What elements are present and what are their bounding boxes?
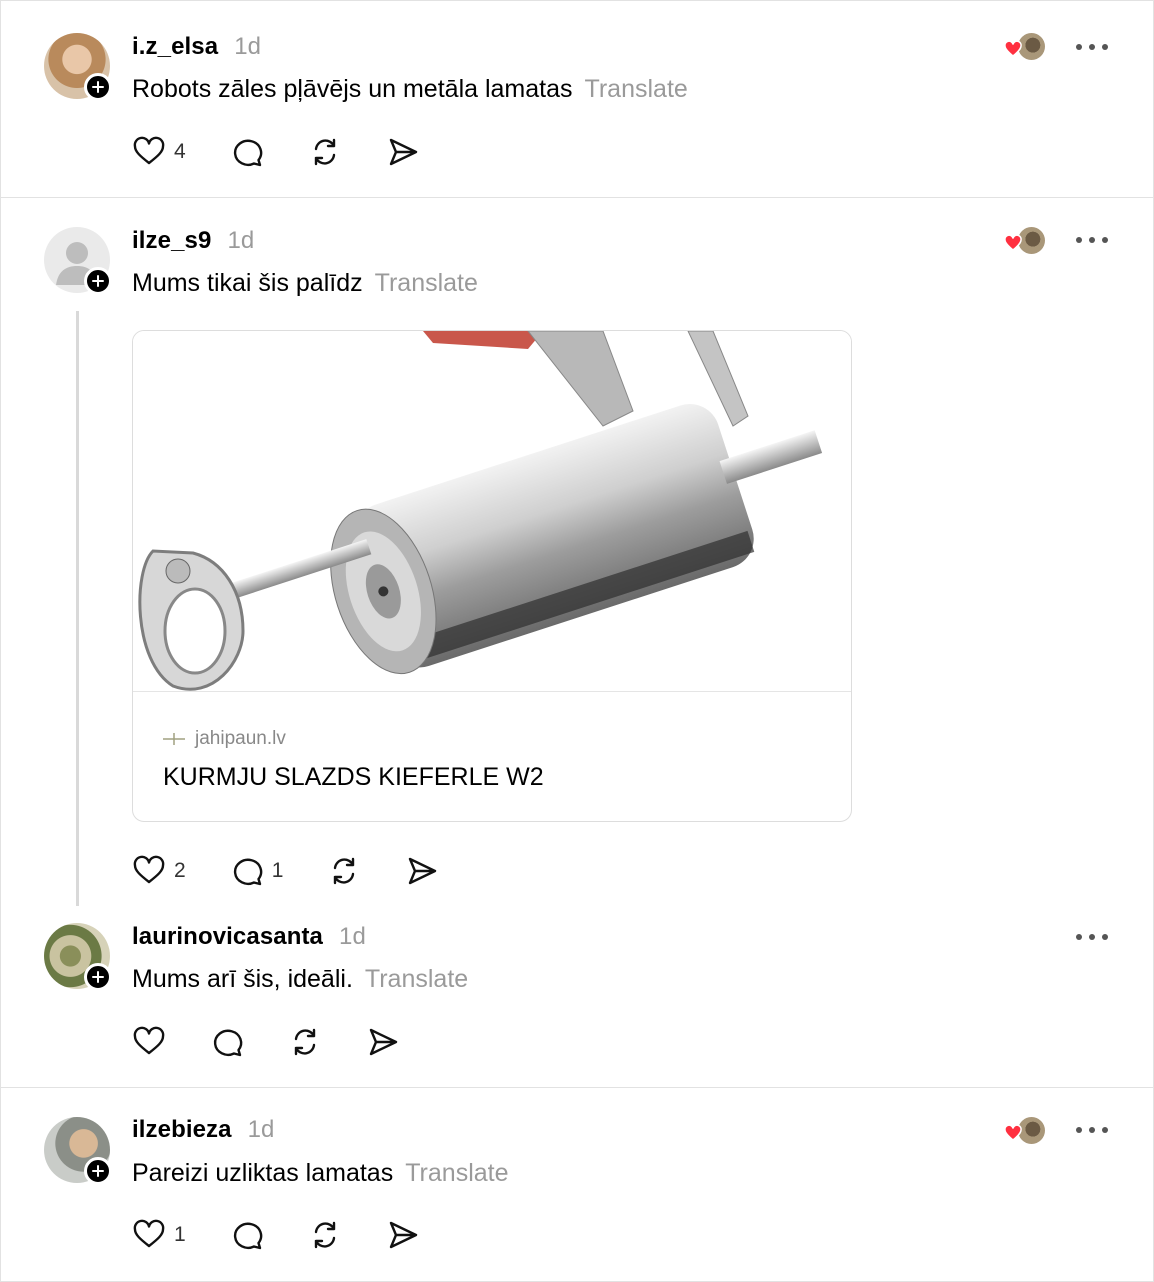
post-text: Robots zāles pļāvējs un metāla lamatas: [132, 75, 573, 103]
comment-icon: [213, 1029, 243, 1057]
post-text: Mums arī šis, ideāli.: [132, 965, 353, 993]
share-icon: [389, 138, 417, 166]
heart-icon: [133, 1026, 165, 1055]
heart-icon: [133, 855, 165, 884]
username[interactable]: ilze_s9: [132, 227, 211, 254]
like-button[interactable]: [132, 1025, 166, 1059]
more-icon[interactable]: [1076, 42, 1108, 52]
heart-icon: [133, 136, 165, 165]
more-icon[interactable]: [1076, 235, 1108, 245]
translate-link[interactable]: Translate: [365, 965, 468, 993]
post-time[interactable]: 1d: [234, 33, 261, 60]
like-button[interactable]: 1: [132, 1218, 186, 1252]
comment-button[interactable]: [230, 135, 264, 169]
heart-icon: [1004, 41, 1022, 57]
like-count: 2: [174, 859, 186, 882]
favicon-icon: [163, 733, 185, 745]
follow-button[interactable]: [84, 963, 112, 991]
post-text: Pareizi uzliktas lamatas: [132, 1159, 394, 1187]
like-button[interactable]: 2: [132, 854, 186, 888]
repost-icon: [294, 1028, 316, 1056]
share-button[interactable]: [386, 1218, 420, 1252]
thread-line: [76, 311, 79, 906]
comment-icon: [233, 858, 262, 886]
translate-link[interactable]: Translate: [405, 1159, 508, 1187]
share-icon: [409, 857, 437, 885]
repost-button[interactable]: [288, 1025, 322, 1059]
post-actions: 2 1: [132, 853, 483, 889]
more-icon[interactable]: [1076, 932, 1108, 942]
translate-link[interactable]: Translate: [585, 75, 688, 103]
post-divider: [1, 197, 1153, 198]
liked-by-author-badge: [1004, 1116, 1048, 1146]
post-time[interactable]: 1d: [339, 923, 366, 950]
like-count: 4: [174, 140, 186, 163]
username[interactable]: i.z_elsa: [132, 33, 218, 60]
heart-icon: [1004, 235, 1022, 251]
link-preview-card[interactable]: jahipaun.lv KURMJU SLAZDS KIEFERLE W2: [132, 330, 852, 822]
share-icon: [369, 1028, 398, 1056]
link-preview-image[interactable]: [133, 331, 851, 691]
share-icon: [389, 1221, 417, 1249]
post-time[interactable]: 1d: [248, 1116, 275, 1143]
repost-button[interactable]: [308, 1218, 342, 1252]
share-button[interactable]: [386, 135, 420, 169]
plus-icon: [92, 971, 104, 983]
comment-button[interactable]: [210, 1025, 244, 1059]
post-text: Mums tikai šis palīdz: [132, 269, 363, 297]
comment-button[interactable]: 1: [230, 854, 284, 888]
mole-trap-image: [138, 331, 823, 691]
share-button[interactable]: [366, 1025, 400, 1059]
post-divider: [1, 1087, 1153, 1088]
liked-by-author-badge: [1004, 32, 1048, 62]
heart-icon: [1004, 1125, 1022, 1141]
repost-icon: [334, 857, 355, 885]
link-domain: jahipaun.lv: [195, 728, 286, 749]
follow-button[interactable]: [84, 267, 112, 295]
repost-button[interactable]: [327, 854, 361, 888]
repost-icon: [314, 1221, 335, 1249]
liked-by-author-badge: [1004, 226, 1048, 256]
repost-button[interactable]: [308, 135, 342, 169]
like-count: 1: [174, 1223, 186, 1246]
more-icon[interactable]: [1076, 1125, 1108, 1135]
plus-icon: [92, 275, 104, 287]
post-time[interactable]: 1d: [227, 227, 254, 254]
post-actions: 1: [132, 1217, 464, 1253]
reply-count: 1: [271, 859, 284, 882]
repost-icon: [314, 138, 335, 166]
share-button[interactable]: [405, 854, 439, 888]
comment-icon: [233, 139, 262, 167]
heart-icon: [133, 1219, 165, 1248]
comment-icon: [233, 1222, 262, 1250]
like-button[interactable]: 4: [132, 135, 186, 169]
plus-icon: [92, 81, 104, 93]
username[interactable]: laurinovicasanta: [132, 923, 323, 950]
follow-button[interactable]: [84, 73, 112, 101]
plus-icon: [92, 1165, 104, 1177]
post-actions: [132, 1024, 444, 1060]
link-title: KURMJU SLAZDS KIEFERLE W2: [163, 763, 544, 791]
follow-button[interactable]: [84, 1157, 112, 1185]
post-actions: 4: [132, 134, 464, 170]
comment-button[interactable]: [230, 1218, 264, 1252]
username[interactable]: ilzebieza: [132, 1116, 232, 1143]
translate-link[interactable]: Translate: [375, 269, 478, 297]
